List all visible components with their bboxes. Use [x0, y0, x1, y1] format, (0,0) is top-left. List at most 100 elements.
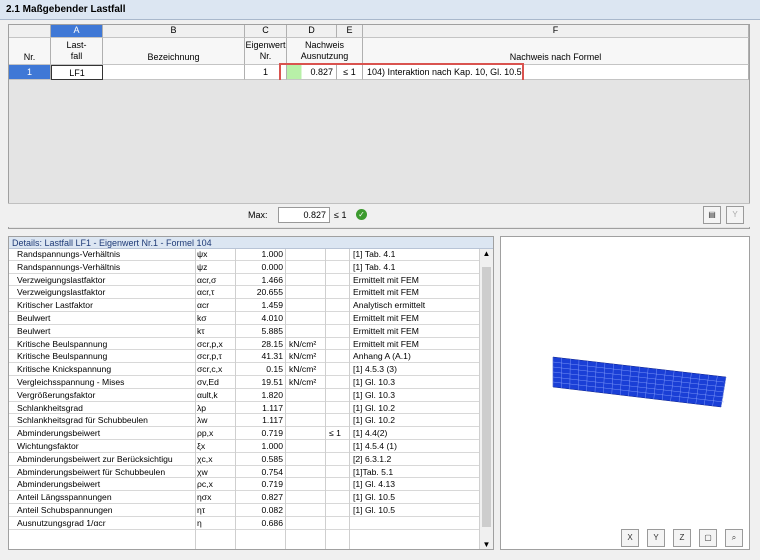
- detail-row[interactable]: Kritische Beulspannung σcr,p,τ 41.31 kN/cm²…: [9, 351, 479, 364]
- cell-lastfall[interactable]: LF1: [51, 65, 103, 80]
- detail-row[interactable]: Anteil Längsspannungen ησx 0.827 [1] Gl. 10…: [9, 492, 479, 504]
- view-z-icon[interactable]: Z: [673, 529, 691, 547]
- detail-row[interactable]: Kritische Knickspannung σcr,c,x 0.15 kN/cm²…: [9, 364, 479, 376]
- detail-symbol: ψz: [197, 261, 208, 272]
- detail-limit: [329, 300, 347, 312]
- detail-ref: Anhang A (A.1): [353, 351, 411, 362]
- detail-unit: kN/cm²: [289, 364, 317, 375]
- detail-value: 0.719: [261, 428, 283, 439]
- detail-row[interactable]: Ausnutzungsgrad 1/αcr η 0.686: [9, 518, 479, 530]
- results-icon[interactable]: Y: [726, 206, 744, 224]
- filter-icon[interactable]: ▤: [703, 206, 721, 224]
- detail-symbol: kσ: [197, 313, 207, 323]
- model-preview[interactable]: X Y Z ▢ ⌕: [500, 236, 750, 550]
- detail-symbol: σcr,p,τ: [197, 351, 222, 362]
- detail-value: 0.585: [261, 453, 283, 464]
- detail-ref: [1] 4.5.3 (3): [353, 364, 397, 375]
- detail-label: Kritische Beulspannung: [17, 338, 108, 349]
- detail-row[interactable]: Vergleichsspannung - Mises σv,Ed 19.51 kN/c…: [9, 377, 479, 389]
- detail-label: Verzweigungslastfaktor: [17, 287, 106, 298]
- detail-ref: [353, 518, 477, 530]
- detail-row[interactable]: Schlankheitsgrad für Schubbeulen λw 1.117 […: [9, 415, 479, 428]
- detail-symbol: ξx: [197, 441, 206, 451]
- detail-limit: [329, 326, 347, 338]
- view-iso-icon[interactable]: ▢: [699, 529, 717, 547]
- view-x-icon[interactable]: X: [621, 529, 639, 547]
- detail-value: 0.827: [261, 492, 283, 503]
- detail-row[interactable]: Randspannungs-Verhältnis ψz 0.000 [1] Tab. …: [9, 262, 479, 274]
- detail-ref: [1] 4.4(2): [353, 428, 388, 439]
- detail-ref: [1] Tab. 4.1: [353, 261, 396, 272]
- detail-ref: [1] Gl. 10.3: [353, 389, 396, 400]
- detail-limit: [329, 249, 347, 261]
- detail-row[interactable]: Kritische Beulspannung σcr,p,x 28.15 kN/cm²…: [9, 339, 479, 351]
- col-letter-c[interactable]: C: [245, 25, 287, 38]
- col-letter-e[interactable]: E: [337, 25, 363, 38]
- detail-limit: [329, 415, 347, 427]
- detail-ref: Ermittelt mit FEM: [353, 274, 419, 285]
- detail-label: Vergleichsspannung - Mises: [17, 377, 125, 387]
- detail-symbol: ψx: [197, 249, 208, 259]
- col-letter-d[interactable]: D: [287, 25, 337, 38]
- detail-limit: [329, 339, 347, 351]
- detail-ref: [1] Gl. 10.2: [353, 415, 396, 426]
- detail-row[interactable]: Abminderungsbeiwert zur Berücksichtigu χc…: [9, 454, 479, 466]
- scroll-thumb[interactable]: [482, 267, 491, 527]
- detail-value: 5.885: [261, 325, 283, 336]
- detail-unit: [289, 492, 325, 504]
- detail-row[interactable]: Verzweigungslastfaktor αcr,σ 1.466 Ermittel…: [9, 275, 479, 287]
- row-nr[interactable]: 1: [9, 65, 51, 80]
- detail-limit: [329, 505, 347, 517]
- detail-row[interactable]: Schlankheitsgrad λp 1.117 [1] Gl. 10.2: [9, 403, 479, 415]
- detail-row[interactable]: Anteil Schubspannungen ητ 0.082 [1] Gl. 10.…: [9, 505, 479, 517]
- detail-value: 1.820: [261, 389, 283, 400]
- col-letter-f[interactable]: F: [363, 25, 749, 38]
- detail-label: Ausnutzungsgrad 1/αcr: [17, 517, 106, 528]
- detail-row[interactable]: Abminderungsbeiwert ρc,x 0.719 [1] Gl. 4.13: [9, 479, 479, 492]
- detail-col-separator: [195, 249, 196, 549]
- scroll-down-icon[interactable]: ▼: [480, 540, 493, 549]
- detail-unit: [289, 262, 325, 274]
- detail-label: Abminderungsbeiwert für Schubbeulen: [17, 466, 166, 477]
- detail-ref: [1] 4.5.4 (1): [353, 441, 397, 451]
- detail-row[interactable]: Randspannungs-Verhältnis ψx 1.000 [1] Tab. …: [9, 249, 479, 261]
- details-scrollbar[interactable]: ▲ ▼: [479, 249, 493, 549]
- view-y-icon[interactable]: Y: [647, 529, 665, 547]
- detail-symbol: ητ: [197, 505, 206, 515]
- detail-row[interactable]: Beulwert kτ 5.885 Ermittelt mit FEM: [9, 326, 479, 338]
- detail-value: 0.15: [266, 364, 283, 375]
- detail-unit: kN/cm²: [289, 351, 317, 362]
- detail-row[interactable]: Vergrößerungsfaktor αult,k 1.820 [1] Gl. 10…: [9, 390, 479, 402]
- detail-unit: [289, 454, 325, 466]
- detail-ref: [1]Tab. 5.1: [353, 466, 394, 477]
- detail-unit: [289, 441, 325, 453]
- scroll-up-icon[interactable]: ▲: [480, 249, 493, 258]
- detail-label: Abminderungsbeiwert: [17, 428, 101, 439]
- detail-unit: kN/cm²: [289, 338, 317, 349]
- detail-limit: [329, 275, 347, 287]
- col-letter-b[interactable]: B: [103, 25, 245, 38]
- detail-unit: [289, 287, 325, 299]
- detail-row[interactable]: Verzweigungslastfaktor αcr,τ 20.655 Ermitte…: [9, 287, 479, 300]
- detail-ref: Analytisch ermittelt: [353, 300, 426, 311]
- detail-col-separator: [285, 249, 286, 549]
- detail-row[interactable]: Beulwert kσ 4.010 Ermittelt mit FEM: [9, 313, 479, 325]
- detail-value: 4.010: [261, 313, 283, 323]
- detail-row[interactable]: Wichtungsfaktor ξx 1.000 [1] 4.5.4 (1): [9, 441, 479, 453]
- detail-col-separator: [325, 249, 326, 549]
- zoom-icon[interactable]: ⌕: [725, 529, 743, 547]
- detail-row[interactable]: Kritischer Lastfaktor αcr 1.459 Analytisch …: [9, 300, 479, 312]
- detail-unit: [289, 275, 325, 287]
- detail-symbol: αult,k: [197, 389, 218, 400]
- detail-value: 0.082: [261, 505, 283, 515]
- detail-label: Vergrößerungsfaktor: [17, 389, 96, 400]
- col-letter-a[interactable]: A: [51, 25, 103, 38]
- window-title: 2.1 Maßgebender Lastfall: [0, 0, 760, 20]
- detail-row[interactable]: Abminderungsbeiwert ρp,x 0.719 ≤ 1 [1] 4.4(2…: [9, 428, 479, 440]
- detail-label: Anteil Schubspannungen: [17, 505, 113, 515]
- detail-limit: [329, 492, 347, 504]
- detail-value: 0.000: [261, 261, 283, 272]
- detail-row[interactable]: Abminderungsbeiwert für Schubbeulen χw 0.7…: [9, 467, 479, 479]
- cell-bezeichnung[interactable]: [103, 65, 245, 80]
- detail-label: Randspannungs-Verhältnis: [17, 261, 121, 272]
